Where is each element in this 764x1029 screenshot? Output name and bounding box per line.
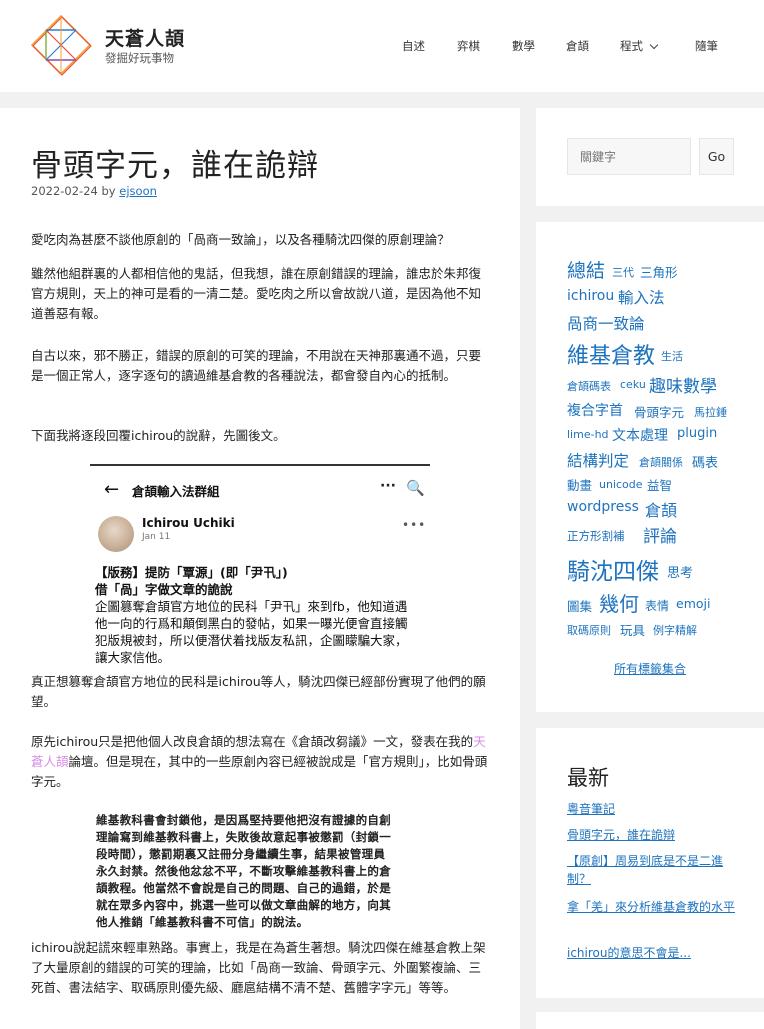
tag-link[interactable]: ceku xyxy=(620,378,646,391)
paragraph-5: 真正想篡奪倉頡官方地位的民科是ichirou等人，騎沈四傑已經部份實現了他們的願… xyxy=(31,674,486,709)
entry-by: by xyxy=(101,184,116,198)
paragraph-2: 雖然他組群裏的人都相信他的鬼話，但我想，誰在原創錯誤的理論，誰忠於朱邦復官方規則… xyxy=(31,266,482,321)
fb-post-date: Jan 11 xyxy=(142,532,171,542)
tag-link[interactable]: emoji xyxy=(676,596,710,611)
tag-link[interactable]: 倉頡 xyxy=(645,497,677,521)
recent-post-link[interactable]: 粵音筆記 xyxy=(567,800,737,818)
quote-line: 他人推銷「維基教科書不可信」的說法。 xyxy=(96,915,309,929)
search-widget: Go xyxy=(536,108,764,206)
paragraph-6-text-b: 論壇。但是現在，其中的一些原創內容已經被說成是「官方規則」，比如骨頭字元。 xyxy=(31,754,488,789)
tag-link[interactable]: 例字精解 xyxy=(653,622,697,638)
search-icon: 🔍 xyxy=(406,479,425,497)
tag-link[interactable]: 表情 xyxy=(645,597,669,614)
article: 骨頭字元，誰在詭辯 2022-02-24 by ejsoon 愛吃肉為甚麼不談他… xyxy=(0,108,520,1029)
paragraph-6-text-a: 原先ichirou只是把他個人改良倉頡的想法寫在《倉頡改芻議》一文，發表在我的 xyxy=(31,734,474,749)
tag-link[interactable]: wordpress xyxy=(567,499,639,515)
nav-item-programming-label: 程式 xyxy=(620,39,643,53)
tag-link[interactable]: 動畫 xyxy=(567,475,592,494)
recent-post-link[interactable]: 拿「羌」來分析維基倉教的水平 xyxy=(567,898,737,916)
post-options-icon: ••• xyxy=(402,518,427,532)
tag-link[interactable]: 圖集 xyxy=(567,596,592,615)
entry-date: 2022-02-24 xyxy=(31,184,98,198)
chevron-down-icon xyxy=(649,40,659,50)
quote-line: 段時間），懲罰期裏又註冊分身繼續生事，結果被管理員 xyxy=(96,847,386,861)
recent-posts-widget: 最新 粵音筆記 骨頭字元，誰在詭辯 【原創】周易到底是不是二進制？ 拿「羌」來分… xyxy=(536,728,764,998)
tag-link[interactable]: 複合字首 xyxy=(567,400,623,420)
quote-line: 就在眾多內容中，挑選一些可以做文章曲解的地方，向其 xyxy=(96,898,391,912)
all-tags-link[interactable]: 所有標籤集合 xyxy=(536,660,764,677)
tag-link[interactable]: lime-hd xyxy=(567,428,609,441)
quote-line: 永久封禁。然後他忿忿不平，不斷攻擊維基教科書上的倉 xyxy=(96,864,391,878)
tag-link[interactable]: 倉頡碼表 xyxy=(567,378,611,394)
next-widget xyxy=(536,1012,764,1029)
fb-poster-name: Ichirou Uchiki xyxy=(142,516,235,530)
paragraph-7: ichirou說起謊來輕車熟路。事實上，我是在為蒼生著想。騎沈四傑在維基倉教上架… xyxy=(31,940,486,995)
tag-link[interactable]: 三代 xyxy=(612,264,634,280)
tag-link[interactable]: 三角形 xyxy=(640,262,678,281)
tag-link[interactable]: 馬拉錘 xyxy=(694,404,727,420)
tag-link[interactable]: 益智 xyxy=(647,475,672,494)
author-link[interactable]: ejsoon xyxy=(119,184,157,198)
tag-link[interactable]: 生活 xyxy=(661,348,683,364)
entry-title: 骨頭字元，誰在詭辯 xyxy=(31,148,319,184)
fb-screenshot-image: ← 倉頡輸入法群組 ··· 🔍 Ichirou Uchiki Jan 11 ••… xyxy=(90,464,430,665)
paragraph-1: 愛吃肉為甚麼不談他原創的「咼商一致論」，以及各種騎沈四傑的原創理論？ xyxy=(31,232,450,247)
paragraph-6: 原先ichirou只是把他個人改良倉頡的想法寫在《倉頡改芻議》一文，發表在我的天… xyxy=(31,732,489,792)
main-nav: 自述 弈棋 數學 倉頡 程式 隨筆 xyxy=(0,38,764,54)
site-header: 天蒼人頡 發掘好玩事物 自述 弈棋 數學 倉頡 程式 隨筆 xyxy=(0,0,764,92)
recent-posts-title: 最新 xyxy=(567,766,609,790)
tag-link[interactable]: 思考 xyxy=(667,562,693,581)
entry-meta: 2022-02-24 by ejsoon xyxy=(31,184,157,198)
tag-link[interactable]: ichirou xyxy=(567,288,614,304)
nav-item-chess[interactable]: 弈棋 xyxy=(457,38,480,54)
tag-link[interactable]: 評論 xyxy=(643,522,677,547)
nav-item-essays[interactable]: 隨筆 xyxy=(695,38,718,54)
tag-link[interactable]: 總結 xyxy=(567,256,605,283)
paragraph-4: 下面我將逐段回覆ichirou的說辭，先圖後文。 xyxy=(31,428,286,443)
image-top-border xyxy=(90,464,430,466)
fb-post-line: 讓大家信他。 xyxy=(95,650,171,665)
nav-item-about[interactable]: 自述 xyxy=(402,38,425,54)
avatar xyxy=(98,516,134,552)
quote-line: 頡教程。他當然不會說是自己的問題、自己的過錯，於是 xyxy=(96,881,391,895)
recent-post-link[interactable]: ichirou的意思不會是... xyxy=(567,944,737,962)
search-button[interactable]: Go xyxy=(699,138,734,175)
tag-cloud-widget: 總結 三代 三角形 ichirou 輸入法 咼商一致論 維基倉教 生活 倉頡碼表… xyxy=(536,222,764,712)
nav-item-programming[interactable]: 程式 xyxy=(620,38,659,54)
tag-link[interactable]: 玩具 xyxy=(620,620,645,639)
tag-link[interactable]: 騎沈四傑 xyxy=(567,552,659,586)
tag-link[interactable]: 骨頭字元 xyxy=(634,402,684,421)
recent-post-link[interactable]: 【原創】周易到底是不是二進制？ xyxy=(567,852,737,888)
tag-link[interactable]: 趣味數學 xyxy=(649,372,717,397)
tag-link[interactable]: 正方形割補 xyxy=(567,528,625,544)
tag-link[interactable]: 碼表 xyxy=(692,452,718,471)
tag-link[interactable]: 取碼原則 xyxy=(567,622,611,638)
tag-link[interactable]: 輸入法 xyxy=(618,286,665,308)
quote-line: 理論寫到維基教科書上，失敗後故意起事被懲罰（封鎖一 xyxy=(96,830,391,844)
nav-item-math[interactable]: 數學 xyxy=(512,38,535,54)
tag-link[interactable]: plugin xyxy=(677,426,717,441)
tag-link[interactable]: 幾何 xyxy=(599,588,639,617)
paragraph-3: 自古以來，邪不勝正，錯誤的原創的可笑的理論，不用說在天神那裏通不過，只要是一個正… xyxy=(31,348,482,383)
quote-line: 維基教科書會封鎖他，是因爲堅持要他把沒有證據的自創 xyxy=(96,813,391,827)
search-input[interactable] xyxy=(567,138,691,175)
tag-link[interactable]: 倉頡關係 xyxy=(639,454,683,470)
tag-link[interactable]: 文本處理 xyxy=(612,425,668,445)
more-icon: ··· xyxy=(380,478,396,494)
tag-link[interactable]: 維基倉教 xyxy=(567,338,655,370)
tag-link[interactable]: 咼商一致論 xyxy=(567,312,645,334)
nav-item-cangjie[interactable]: 倉頡 xyxy=(566,38,589,54)
recent-post-link[interactable]: 骨頭字元，誰在詭辯 xyxy=(567,826,737,844)
fb-group-title: 倉頡輸入法群組 xyxy=(132,484,220,499)
tag-link[interactable]: unicode xyxy=(599,478,643,491)
back-arrow-icon: ← xyxy=(104,479,120,500)
tag-link[interactable]: 結構判定 xyxy=(567,449,629,471)
